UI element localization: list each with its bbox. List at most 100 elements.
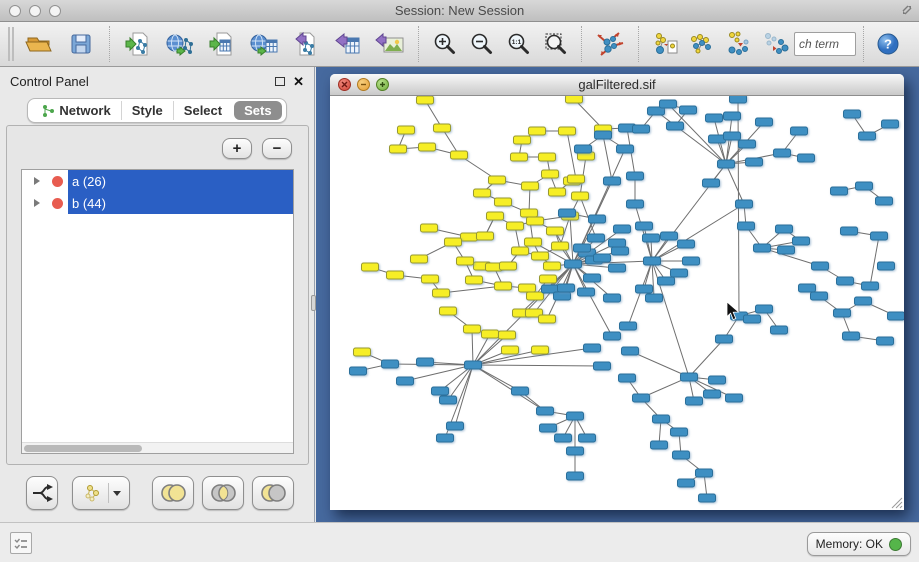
split-set-button[interactable] [26,476,58,510]
import-table-file-button[interactable] [201,24,243,64]
window-resize-icon[interactable] [901,4,913,16]
graph-node-blue[interactable] [771,326,788,334]
export-network-button[interactable] [285,24,327,64]
graph-node-blue[interactable] [686,397,703,405]
graph-node-blue[interactable] [709,135,726,143]
graph-node-yellow[interactable] [451,151,468,159]
task-history-button[interactable] [10,532,32,554]
graph-edge[interactable] [726,164,744,204]
graph-node-blue[interactable] [579,434,596,442]
graph-node-blue[interactable] [437,434,454,442]
graph-node-blue[interactable] [673,451,690,459]
graph-node-blue[interactable] [622,347,639,355]
graph-node-yellow[interactable] [390,145,407,153]
graph-node-blue[interactable] [671,428,688,436]
graph-edge[interactable] [472,329,473,365]
graph-node-blue[interactable] [567,447,584,455]
graph-node-yellow[interactable] [549,188,566,196]
graph-node-yellow[interactable] [362,263,379,271]
graph-node-yellow[interactable] [547,227,564,235]
intersect-sets-button[interactable] [202,476,244,510]
tab-style[interactable]: Style [121,101,173,120]
graph-edge[interactable] [473,365,545,411]
set-label[interactable]: b (44) [68,192,293,214]
graph-node-blue[interactable] [575,145,592,153]
graph-node-blue[interactable] [718,160,735,168]
graph-node-yellow[interactable] [527,292,544,300]
tab-select[interactable]: Select [173,101,232,120]
graph-node-blue[interactable] [646,294,663,302]
graph-node-yellow[interactable] [521,209,538,217]
graph-node-blue[interactable] [540,424,557,432]
graph-node-blue[interactable] [447,422,464,430]
frame-resize-grip[interactable] [890,496,903,509]
graph-node-blue[interactable] [709,376,726,384]
graph-node-blue[interactable] [609,264,626,272]
graph-node-blue[interactable] [843,332,860,340]
graph-node-blue[interactable] [609,239,626,247]
graph-node-blue[interactable] [633,394,650,402]
graph-node-blue[interactable] [604,332,621,340]
graph-node-blue[interactable] [746,158,763,166]
graph-node-yellow[interactable] [540,275,557,283]
network-graph[interactable] [330,96,904,510]
graph-edge[interactable] [635,204,652,261]
graph-node-yellow[interactable] [464,325,481,333]
expand-arrow-icon[interactable] [34,199,40,207]
graph-node-blue[interactable] [703,179,720,187]
difference-sets-button[interactable] [252,476,294,510]
union-sets-button[interactable] [152,476,194,510]
graph-node-blue[interactable] [440,396,457,404]
import-network-file-button[interactable] [117,24,159,64]
graph-node-yellow[interactable] [559,127,576,135]
graph-node-yellow[interactable] [354,348,371,356]
graph-edge[interactable] [603,135,612,181]
graph-node-blue[interactable] [744,315,761,323]
graph-node-blue[interactable] [704,390,721,398]
graph-node-yellow[interactable] [411,255,428,263]
graph-node-yellow[interactable] [500,262,517,270]
zoom-fit-selected-button[interactable] [537,24,574,64]
graph-node-blue[interactable] [859,132,876,140]
graph-node-blue[interactable] [588,234,605,242]
import-table-web-button[interactable] [243,24,285,64]
graph-node-blue[interactable] [555,434,572,442]
graph-node-blue[interactable] [831,187,848,195]
graph-node-yellow[interactable] [434,124,451,132]
graph-node-blue[interactable] [350,367,367,375]
zoom-out-button[interactable] [463,24,500,64]
graph-node-blue[interactable] [614,225,631,233]
graph-node-yellow[interactable] [422,275,439,283]
graph-node-blue[interactable] [778,246,795,254]
graph-node-blue[interactable] [658,277,675,285]
toolbar-grip[interactable] [8,27,14,61]
graph-node-blue[interactable] [756,118,773,126]
graph-node-blue[interactable] [633,125,650,133]
graph-node-blue[interactable] [559,209,576,217]
search-input[interactable] [794,32,856,56]
graph-node-blue[interactable] [837,277,854,285]
create-set-from-network-button[interactable] [72,476,130,510]
graph-node-blue[interactable] [724,112,741,120]
graph-node-yellow[interactable] [489,176,506,184]
memory-status-button[interactable]: Memory: OK [807,532,911,556]
network-canvas[interactable] [330,96,904,510]
graph-node-yellow[interactable] [512,247,529,255]
expand-arrow-icon[interactable] [34,177,40,185]
set-label[interactable]: a (26) [68,170,293,192]
horizontal-scrollbar[interactable] [22,442,293,453]
graph-node-yellow[interactable] [539,315,556,323]
remove-set-button[interactable]: − [262,138,292,159]
graph-node-blue[interactable] [382,360,399,368]
show-selection-button[interactable] [720,24,757,64]
graph-node-blue[interactable] [736,200,753,208]
graph-node-blue[interactable] [841,227,858,235]
graph-node-blue[interactable] [834,309,851,317]
select-first-neighbors-button[interactable] [683,24,720,64]
graph-node-yellow[interactable] [419,143,436,151]
graph-node-blue[interactable] [620,322,637,330]
graph-node-blue[interactable] [636,222,653,230]
set-row-a[interactable]: a (26) [22,170,293,192]
add-set-button[interactable]: + [222,138,252,159]
graph-node-blue[interactable] [882,120,899,128]
